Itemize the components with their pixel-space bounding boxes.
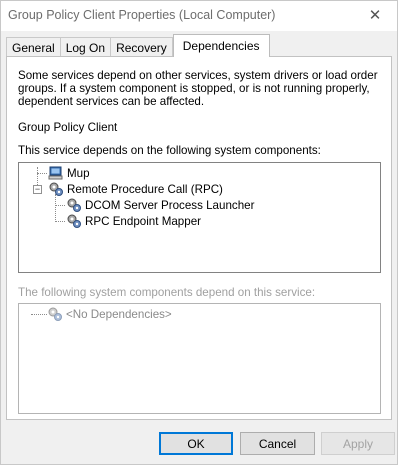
tree-connector (55, 194, 56, 222)
tree-item-label: Mup (67, 166, 90, 180)
tree-item-label: <No Dependencies> (66, 307, 172, 321)
cancel-button[interactable]: Cancel (240, 432, 315, 455)
dependencies-panel: Some services depend on other services, … (6, 56, 392, 420)
tree-connector (55, 221, 65, 222)
tree-connector (31, 314, 47, 315)
tab-strip: General Log On Recovery Dependencies (6, 34, 270, 57)
tab-dependencies[interactable]: Dependencies (172, 34, 270, 57)
service-gear-icon (67, 214, 81, 228)
apply-button[interactable]: Apply (321, 432, 395, 455)
service-gear-icon (48, 307, 62, 321)
tree-item-label: Remote Procedure Call (RPC) (67, 182, 223, 196)
driver-icon (48, 166, 63, 180)
tree-connector (37, 173, 47, 174)
title-bar: Group Policy Client Properties (Local Co… (1, 1, 397, 31)
close-button[interactable]: ✕ (353, 1, 397, 29)
tab-recovery[interactable]: Recovery (110, 37, 173, 57)
depends-on-tree[interactable]: Mup − Remote Procedure Call (RPC) DCOM S… (18, 162, 381, 273)
tree-item-label: RPC Endpoint Mapper (85, 214, 201, 228)
service-gear-icon (49, 182, 63, 196)
description-text: Some services depend on other services, … (18, 69, 378, 109)
tree-item: <No Dependencies> (47, 306, 172, 322)
tab-log-on[interactable]: Log On (59, 37, 112, 57)
ok-button[interactable]: OK (159, 432, 233, 455)
dependents-tree[interactable]: <No Dependencies> (18, 303, 381, 414)
tree-item[interactable]: Mup (48, 165, 90, 181)
service-gear-icon (67, 198, 81, 212)
collapse-toggle[interactable]: − (33, 185, 42, 194)
properties-window: Group Policy Client Properties (Local Co… (0, 0, 398, 465)
service-name: Group Policy Client (18, 121, 118, 134)
tree-item[interactable]: RPC Endpoint Mapper (66, 213, 201, 229)
tree-item-label: DCOM Server Process Launcher (85, 198, 255, 212)
tree-item[interactable]: DCOM Server Process Launcher (66, 197, 254, 213)
depends-on-label: This service depends on the following sy… (18, 144, 321, 157)
tree-item[interactable]: Remote Procedure Call (RPC) (48, 181, 223, 197)
tree-connector (55, 205, 65, 206)
window-title: Group Policy Client Properties (Local Co… (8, 8, 276, 22)
dependents-label: The following system components depend o… (18, 286, 316, 299)
tab-general[interactable]: General (6, 37, 61, 57)
